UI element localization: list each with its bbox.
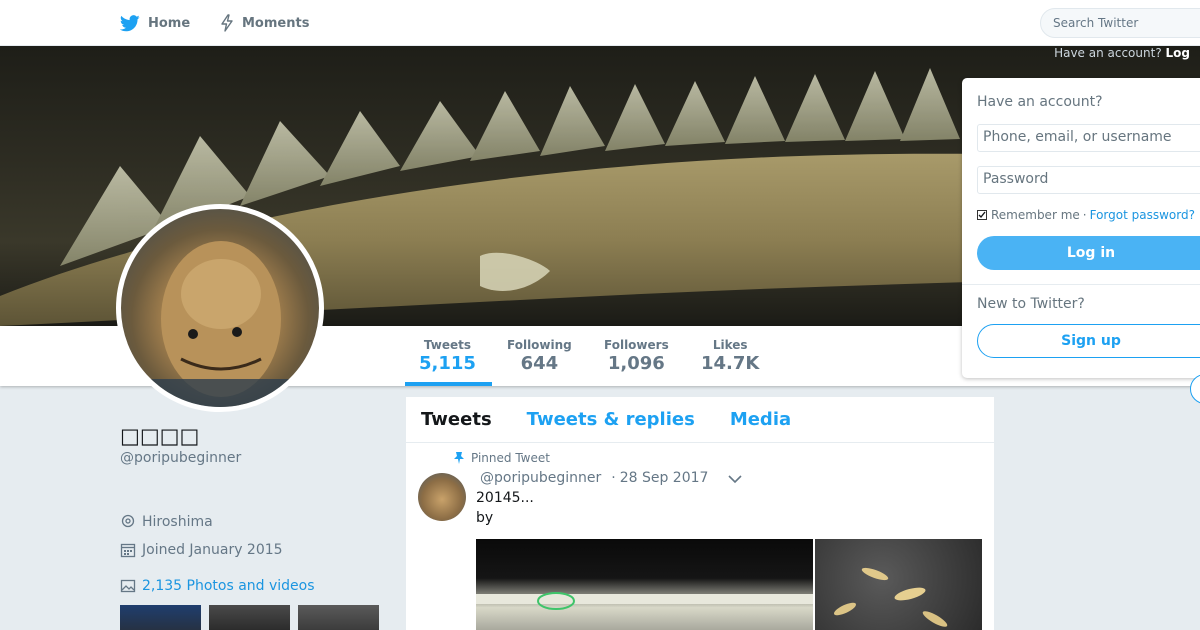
calendar-icon bbox=[120, 543, 136, 558]
stat-label: Followers bbox=[604, 338, 669, 352]
active-stat-indicator bbox=[405, 382, 492, 386]
fish-tank-image bbox=[833, 567, 948, 627]
login-title: Have an account? bbox=[977, 94, 1103, 110]
tab-tweets-replies[interactable]: Tweets & replies bbox=[527, 409, 695, 430]
profile-joined: Joined January 2015 bbox=[120, 542, 283, 558]
photos-videos-label: 2,135 Photos and videos bbox=[142, 578, 315, 594]
profile-name: □□□□ bbox=[120, 424, 200, 448]
tweet-media-image[interactable] bbox=[815, 539, 982, 630]
tweet-handle[interactable]: @poripubeginner bbox=[480, 470, 601, 486]
twitter-bird-icon bbox=[120, 14, 140, 31]
tweet-text: 20145... bbox=[476, 490, 534, 506]
nav-moments-label: Moments bbox=[242, 15, 310, 31]
stat-tweets[interactable]: Tweets 5,115 bbox=[419, 338, 476, 374]
aquarium-image bbox=[476, 592, 813, 610]
stat-likes[interactable]: Likes 14.7K bbox=[701, 338, 759, 374]
chevron-down-icon[interactable] bbox=[728, 474, 742, 484]
forgot-password-link[interactable]: Forgot password? bbox=[1090, 208, 1195, 222]
username-field[interactable]: Phone, email, or username bbox=[977, 124, 1200, 152]
signup-button[interactable]: Sign up bbox=[977, 324, 1200, 358]
search-input[interactable]: Search Twitter bbox=[1040, 8, 1200, 38]
location-pin-icon bbox=[121, 514, 135, 528]
tab-media[interactable]: Media bbox=[730, 409, 791, 430]
tweet-avatar[interactable] bbox=[418, 473, 466, 521]
tweet-media-image[interactable] bbox=[476, 539, 813, 630]
tweet-separator: · bbox=[611, 470, 616, 486]
remember-label[interactable]: Remember me bbox=[991, 208, 1080, 222]
tweet-header: @poripubeginner · 28 Sep 2017 bbox=[480, 470, 708, 486]
stat-value: 1,096 bbox=[607, 353, 665, 374]
nav-home-label: Home bbox=[148, 15, 191, 31]
top-login-question: Have an account? bbox=[1054, 46, 1162, 60]
nav-home[interactable]: Home bbox=[120, 0, 190, 46]
new-to-twitter-label: New to Twitter? bbox=[977, 296, 1085, 312]
timeline: Tweets Tweets & replies Media Pinned Twe… bbox=[406, 397, 994, 630]
photo-thumbnail[interactable] bbox=[209, 605, 290, 630]
photo-thumbnail[interactable] bbox=[298, 605, 379, 630]
photo-thumbnails bbox=[120, 605, 379, 630]
stat-value: 14.7K bbox=[701, 353, 760, 374]
login-dropdown: Have an account? Phone, email, or userna… bbox=[962, 78, 1200, 378]
top-login-hint: Have an account? Log bbox=[1044, 46, 1200, 60]
fish-avatar-image bbox=[121, 241, 319, 407]
tweet-date[interactable]: 28 Sep 2017 bbox=[620, 470, 709, 486]
remember-checkbox[interactable] bbox=[977, 210, 987, 220]
top-navigation-bar: Home Moments Search Twitter bbox=[0, 0, 1200, 46]
tweet-text-line2: by bbox=[476, 510, 494, 526]
location-text: Hiroshima bbox=[142, 514, 213, 530]
stat-value: 5,115 bbox=[419, 353, 476, 374]
divider bbox=[962, 284, 1200, 285]
login-button[interactable]: Log in bbox=[977, 236, 1200, 270]
top-login-link[interactable]: Log bbox=[1166, 46, 1190, 60]
lightning-icon bbox=[221, 14, 233, 32]
stat-label: Following bbox=[507, 338, 572, 352]
photo-thumbnail[interactable] bbox=[120, 605, 201, 630]
stat-following[interactable]: Following 644 bbox=[507, 338, 572, 374]
password-field[interactable]: Password bbox=[977, 166, 1200, 194]
profile-handle: @poripubeginner bbox=[120, 450, 242, 466]
avatar[interactable] bbox=[116, 204, 324, 412]
photos-videos-link[interactable]: 2,135 Photos and videos bbox=[120, 578, 315, 594]
checkmark-icon bbox=[978, 211, 986, 219]
remember-row: Remember me · Forgot password? bbox=[977, 208, 1195, 222]
pinned-label: Pinned Tweet bbox=[471, 451, 550, 465]
stat-label: Tweets bbox=[423, 338, 472, 352]
joined-text: Joined January 2015 bbox=[142, 542, 283, 558]
stat-followers[interactable]: Followers 1,096 bbox=[604, 338, 669, 374]
image-icon bbox=[120, 579, 136, 593]
tab-tweets[interactable]: Tweets bbox=[421, 409, 492, 430]
timeline-tabs: Tweets Tweets & replies Media bbox=[406, 397, 994, 443]
nav-moments[interactable]: Moments bbox=[220, 0, 309, 46]
profile-location: Hiroshima bbox=[120, 514, 213, 530]
pinned-indicator: Pinned Tweet bbox=[453, 451, 550, 465]
remember-separator: · bbox=[1082, 208, 1087, 222]
stat-value: 644 bbox=[520, 353, 559, 374]
pin-icon bbox=[454, 452, 464, 464]
stat-label: Likes bbox=[712, 338, 748, 352]
